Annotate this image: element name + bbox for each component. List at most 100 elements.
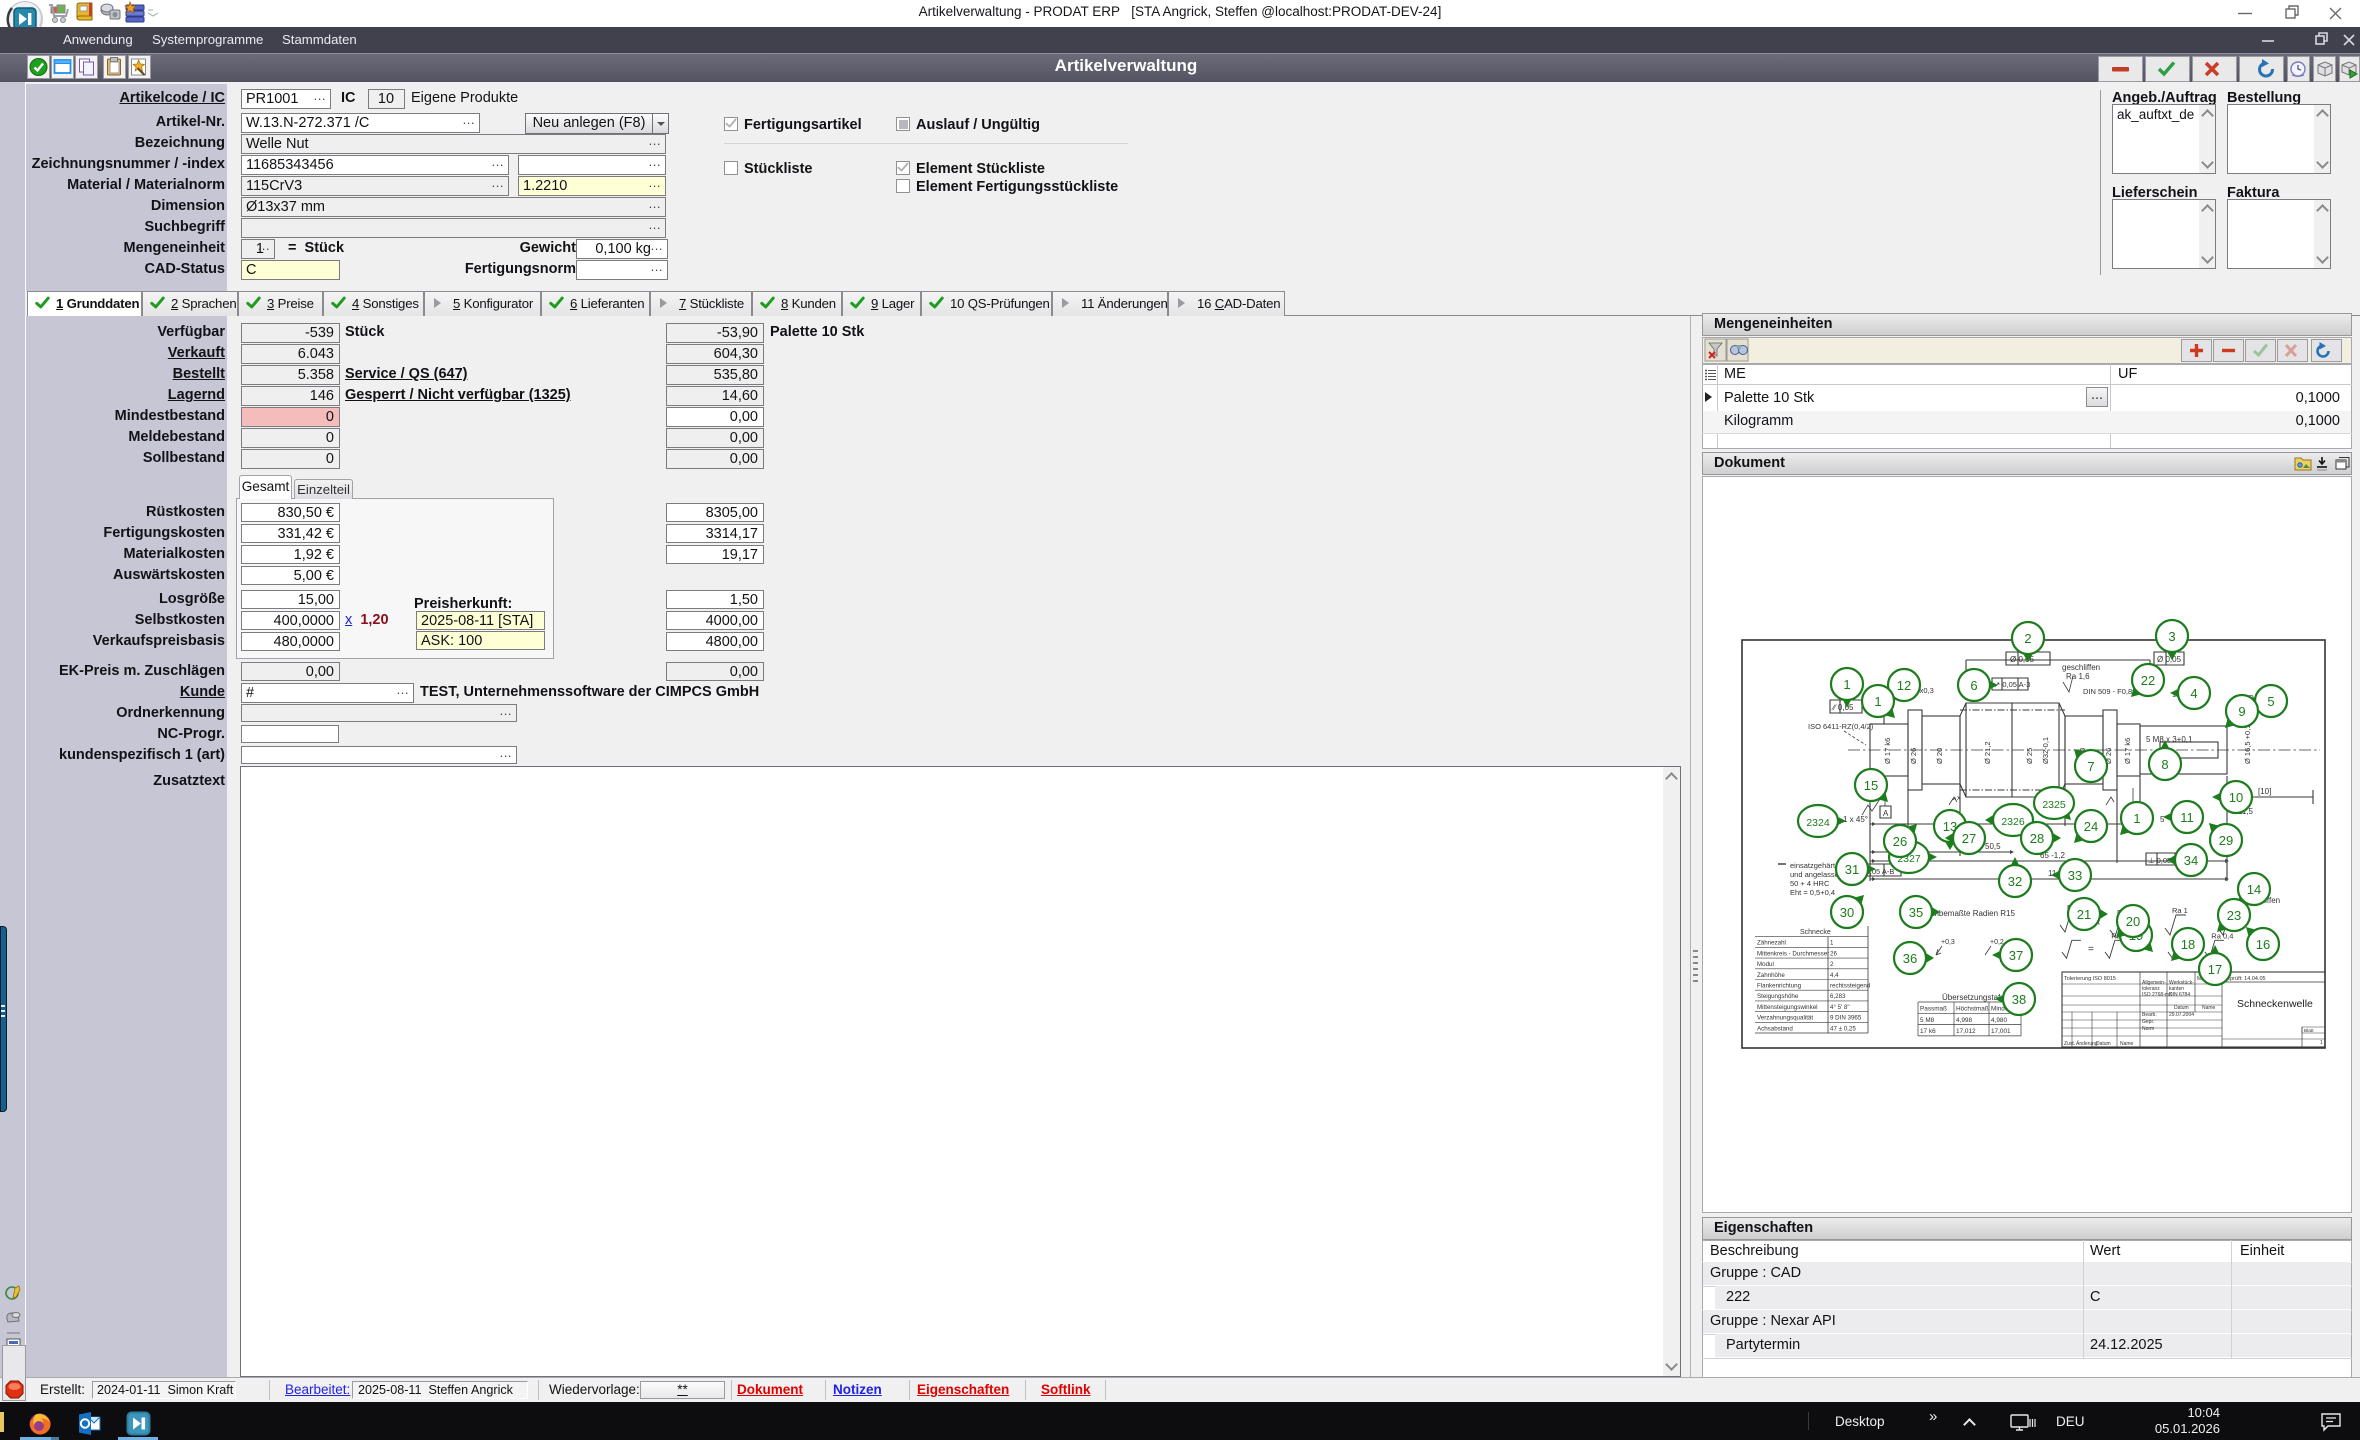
svg-text:15: 15: [1864, 778, 1878, 793]
svg-text:3: 3: [2168, 629, 2175, 644]
svg-text:∕∕ 0,05: ∕∕ 0,05: [1831, 703, 1854, 712]
svg-text:Ø 21,2: Ø 21,2: [1983, 741, 1992, 764]
svg-text:geprüft: 14.04.05: geprüft: 14.04.05: [2224, 976, 2266, 982]
svg-text:4,998: 4,998: [1956, 1017, 1972, 1024]
svg-text:2325: 2325: [2042, 799, 2066, 811]
svg-text:Schnecke: Schnecke: [1800, 929, 1831, 936]
svg-text:6,283: 6,283: [1830, 993, 1846, 1000]
svg-text:↗ 0,05 A-3: ↗ 0,05 A-3: [1994, 680, 2030, 689]
svg-text:35: 35: [1909, 905, 1923, 920]
svg-text:Zähnezahl: Zähnezahl: [1757, 940, 1786, 947]
svg-text:Ø 16,5 +0,1: Ø 16,5 +0,1: [2243, 725, 2252, 764]
svg-text:24: 24: [2084, 819, 2098, 834]
svg-text:Datum: Datum: [2096, 1041, 2111, 1047]
svg-text:28: 28: [2030, 831, 2044, 846]
svg-text:17 k6: 17 k6: [1920, 1028, 1936, 1035]
svg-text:einsatzgehärtet: einsatzgehärtet: [1790, 861, 1842, 870]
svg-text:29.07.2004: 29.07.2004: [2169, 1012, 2194, 1018]
svg-text:Modul: Modul: [1757, 961, 1774, 968]
svg-text:Ra 1: Ra 1: [2172, 906, 2188, 915]
svg-text:1: 1: [2320, 1040, 2323, 1046]
svg-text:Schneckenwelle: Schneckenwelle: [2237, 998, 2313, 1010]
svg-text:Achsabstand: Achsabstand: [1757, 1025, 1793, 1032]
svg-text:Gepr.: Gepr.: [2142, 1019, 2154, 1025]
svg-text:32: 32: [2008, 874, 2022, 889]
svg-text:Norm: Norm: [2142, 1026, 2154, 1032]
svg-text:10: 10: [2229, 790, 2243, 805]
svg-text:50,5: 50,5: [1985, 842, 2001, 851]
svg-text:34: 34: [2184, 853, 2198, 868]
svg-text:26: 26: [1830, 950, 1837, 957]
svg-text:30: 30: [1840, 905, 1854, 920]
svg-text:A: A: [1883, 809, 1889, 818]
svg-text:rechtssteigend: rechtssteigend: [1830, 983, 1871, 990]
svg-text:6: 6: [1970, 678, 1977, 693]
svg-text:20: 20: [2126, 914, 2140, 929]
svg-text:Datum: Datum: [2174, 1005, 2189, 1011]
svg-text:Ø32-0,1: Ø32-0,1: [2041, 737, 2050, 764]
svg-text:Flankenrichtung: Flankenrichtung: [1757, 983, 1802, 990]
svg-text:12: 12: [1897, 678, 1911, 693]
svg-text:Bearb.: Bearb.: [2142, 1012, 2157, 1018]
svg-text:Steigungshöhe: Steigungshöhe: [1757, 993, 1799, 1000]
svg-text:und angelassen: und angelassen: [1790, 870, 1843, 879]
svg-text:14: 14: [2247, 882, 2261, 897]
svg-text:27: 27: [1962, 831, 1976, 846]
svg-text:5 M8 x 3+0,1: 5 M8 x 3+0,1: [2146, 735, 2193, 744]
svg-text:9: 9: [2238, 704, 2245, 719]
svg-text:Ra 1,6: Ra 1,6: [2066, 672, 2090, 681]
svg-text:4,4: 4,4: [1830, 972, 1839, 979]
svg-text:Blatt: Blatt: [2304, 1028, 2314, 1034]
svg-text:38: 38: [2012, 992, 2026, 1007]
svg-text:11: 11: [2180, 810, 2194, 825]
svg-text:Höchstmaß: Höchstmaß: [1956, 1006, 1989, 1013]
svg-text:ISO 6411-RZ(0,4/2): ISO 6411-RZ(0,4/2): [1808, 722, 1874, 731]
svg-text:36: 36: [1903, 951, 1917, 966]
svg-text:50 + 4 HRC: 50 + 4 HRC: [1790, 879, 1830, 888]
svg-text:DIN 6784: DIN 6784: [2169, 992, 2190, 998]
svg-text:Passmaß: Passmaß: [1920, 1006, 1947, 1013]
svg-text:18: 18: [2181, 937, 2195, 952]
svg-text:1: 1: [1843, 677, 1850, 692]
svg-text:22: 22: [2141, 673, 2155, 688]
svg-text:=: =: [2088, 944, 2094, 955]
svg-text:5 M8: 5 M8: [1920, 1017, 1935, 1024]
svg-text:21: 21: [2077, 907, 2091, 922]
svg-text:Ra 0,4: Ra 0,4: [2211, 932, 2233, 941]
svg-text:Ø 25: Ø 25: [2025, 748, 2034, 764]
svg-text:1 x 45°: 1 x 45°: [1843, 815, 1868, 824]
svg-text:16: 16: [2256, 937, 2270, 952]
svg-text:26: 26: [1893, 834, 1907, 849]
svg-text:23: 23: [2227, 908, 2241, 923]
svg-text:Zust.: Zust.: [2064, 1041, 2075, 1047]
svg-text:Mittensteigungswinkel: Mittensteigungswinkel: [1757, 1004, 1818, 1011]
svg-text:2324: 2324: [1806, 817, 1830, 829]
svg-text:2: 2: [1830, 961, 1834, 968]
svg-text:9 DIN 3965: 9 DIN 3965: [1830, 1015, 1862, 1022]
svg-text:Änderung: Änderung: [2076, 1040, 2098, 1047]
svg-text:Ø 20: Ø 20: [1935, 748, 1944, 764]
svg-text:33: 33: [2068, 868, 2082, 883]
svg-text:5: 5: [2160, 815, 2165, 824]
svg-text:7: 7: [2087, 759, 2094, 774]
svg-text:2: 2: [2024, 631, 2031, 646]
svg-text:Zahnhöhe: Zahnhöhe: [1757, 972, 1785, 979]
svg-text:Name: Name: [2202, 1005, 2216, 1011]
svg-text:4: 4: [2190, 686, 2197, 701]
svg-text:Tolerierung ISO 8015: Tolerierung ISO 8015: [2064, 976, 2116, 982]
svg-text:17,012: 17,012: [1956, 1028, 1976, 1035]
svg-text:Ø̇ 0,05: Ø̇ 0,05: [2157, 655, 2182, 664]
svg-text:Eht = 0,5+0,4: Eht = 0,5+0,4: [1790, 888, 1835, 897]
svg-text:4,980: 4,980: [1991, 1017, 2007, 1024]
svg-text:+0,2: +0,2: [1990, 939, 2004, 946]
svg-text:31: 31: [1845, 862, 1859, 877]
svg-text:Ø 26: Ø 26: [1909, 748, 1918, 764]
svg-text:+0,3: +0,3: [1941, 939, 1955, 946]
svg-text:1: 1: [1830, 940, 1834, 947]
svg-text:47 ± 0,25: 47 ± 0,25: [1830, 1025, 1856, 1032]
svg-text:unbemaßte Radien R15: unbemaßte Radien R15: [1930, 909, 2015, 918]
svg-text:8: 8: [2161, 757, 2168, 772]
svg-text:4° 5' 8": 4° 5' 8": [1830, 1004, 1850, 1011]
svg-text:29: 29: [2219, 833, 2233, 848]
svg-text:1: 1: [2133, 811, 2140, 826]
